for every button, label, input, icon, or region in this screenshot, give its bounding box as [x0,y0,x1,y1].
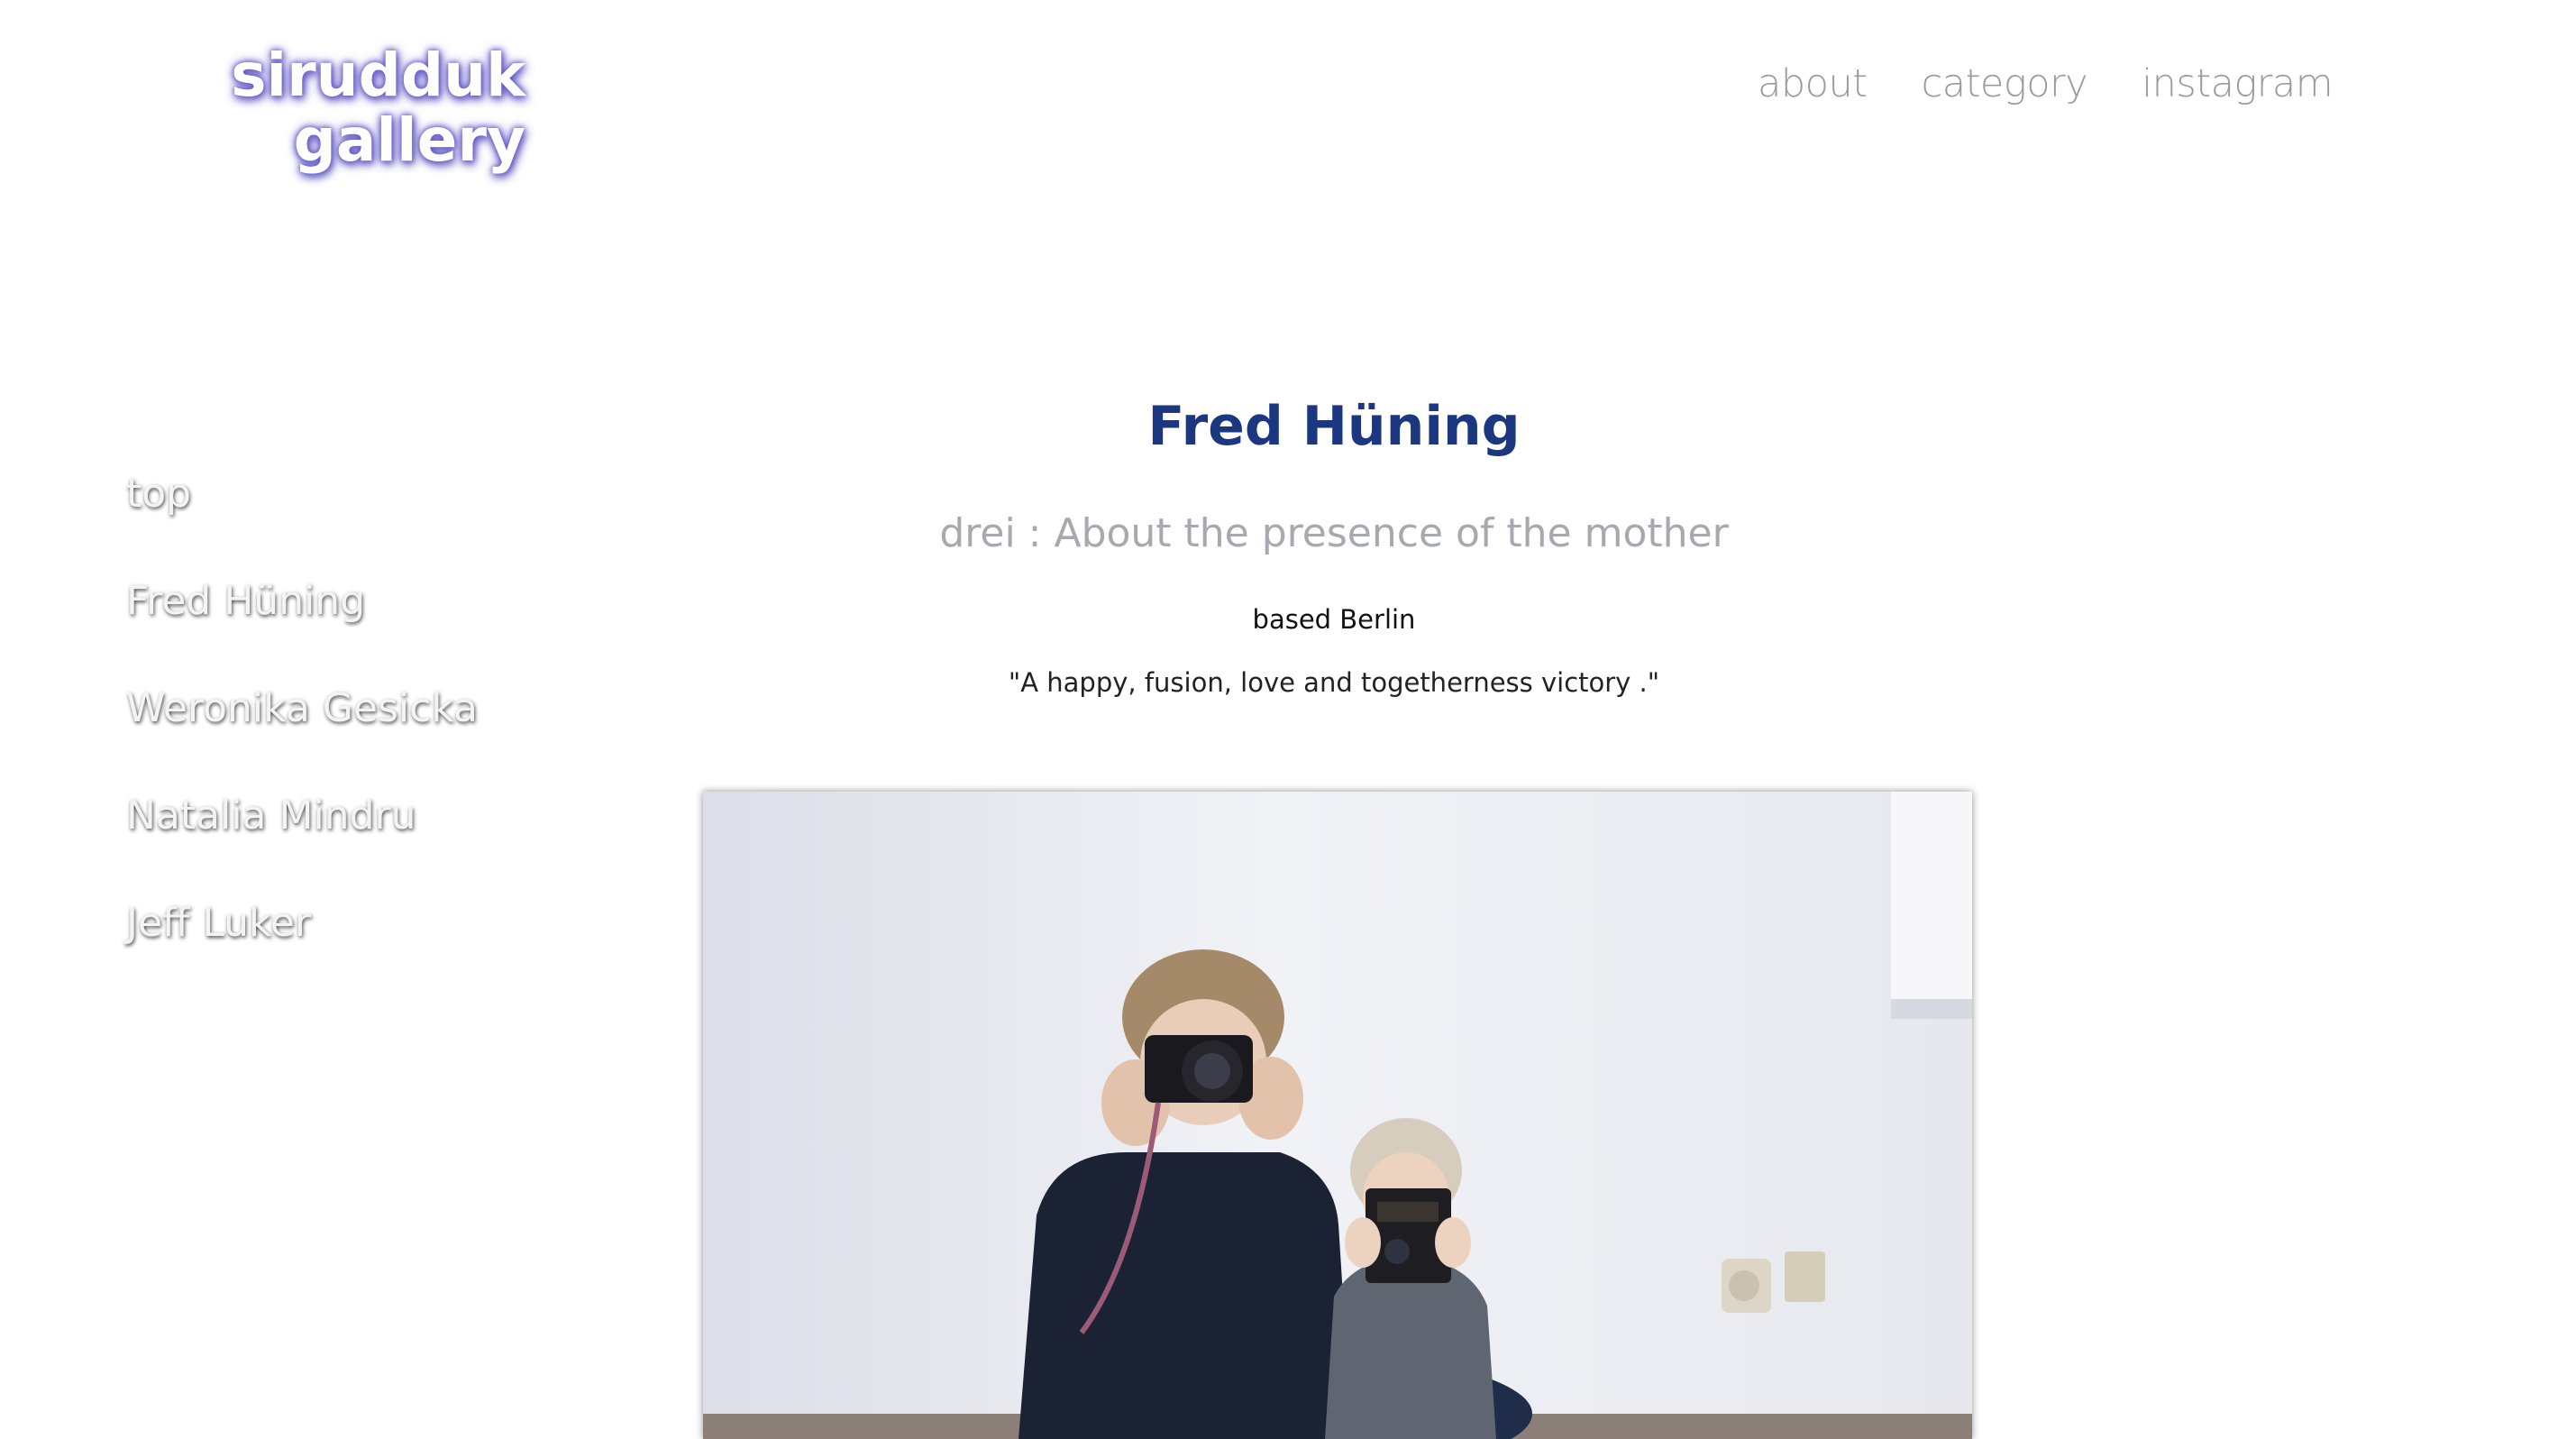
page: sirudduk gallery about category instagra… [0,0,2576,1439]
logo-line-2: gallery [293,105,525,175]
artist-quote: "A happy, fusion, love and togetherness … [1008,667,1660,698]
artist-location: based Berlin [1252,604,1416,635]
nav-link-about[interactable]: about [1758,61,1868,106]
logo-line-1: sirudduk [231,41,525,110]
nav-link-instagram[interactable]: instagram [2142,61,2334,106]
side-navigation: top Fred Hüning Weronika Gesicka Natalia… [126,467,478,1004]
top-navigation: about category instagram [1758,61,2334,106]
side-nav-item-jeff-luker[interactable]: Jeff Luker [126,896,478,1004]
featured-photo [703,792,1972,1439]
artist-name: Fred Hüning [1147,395,1521,458]
photo-illustration [703,792,1972,1439]
side-nav-item-natalia-mindru[interactable]: Natalia Mindru [126,789,478,896]
site-logo[interactable]: sirudduk gallery [231,43,525,173]
side-nav-item-top[interactable]: top [126,467,478,574]
nav-link-category[interactable]: category [1922,61,2088,106]
series-title: drei : About the presence of the mother [939,510,1729,556]
side-nav-item-weronika-gesicka[interactable]: Weronika Gesicka [126,682,478,789]
side-nav-item-fred-huning[interactable]: Fred Hüning [126,574,478,682]
